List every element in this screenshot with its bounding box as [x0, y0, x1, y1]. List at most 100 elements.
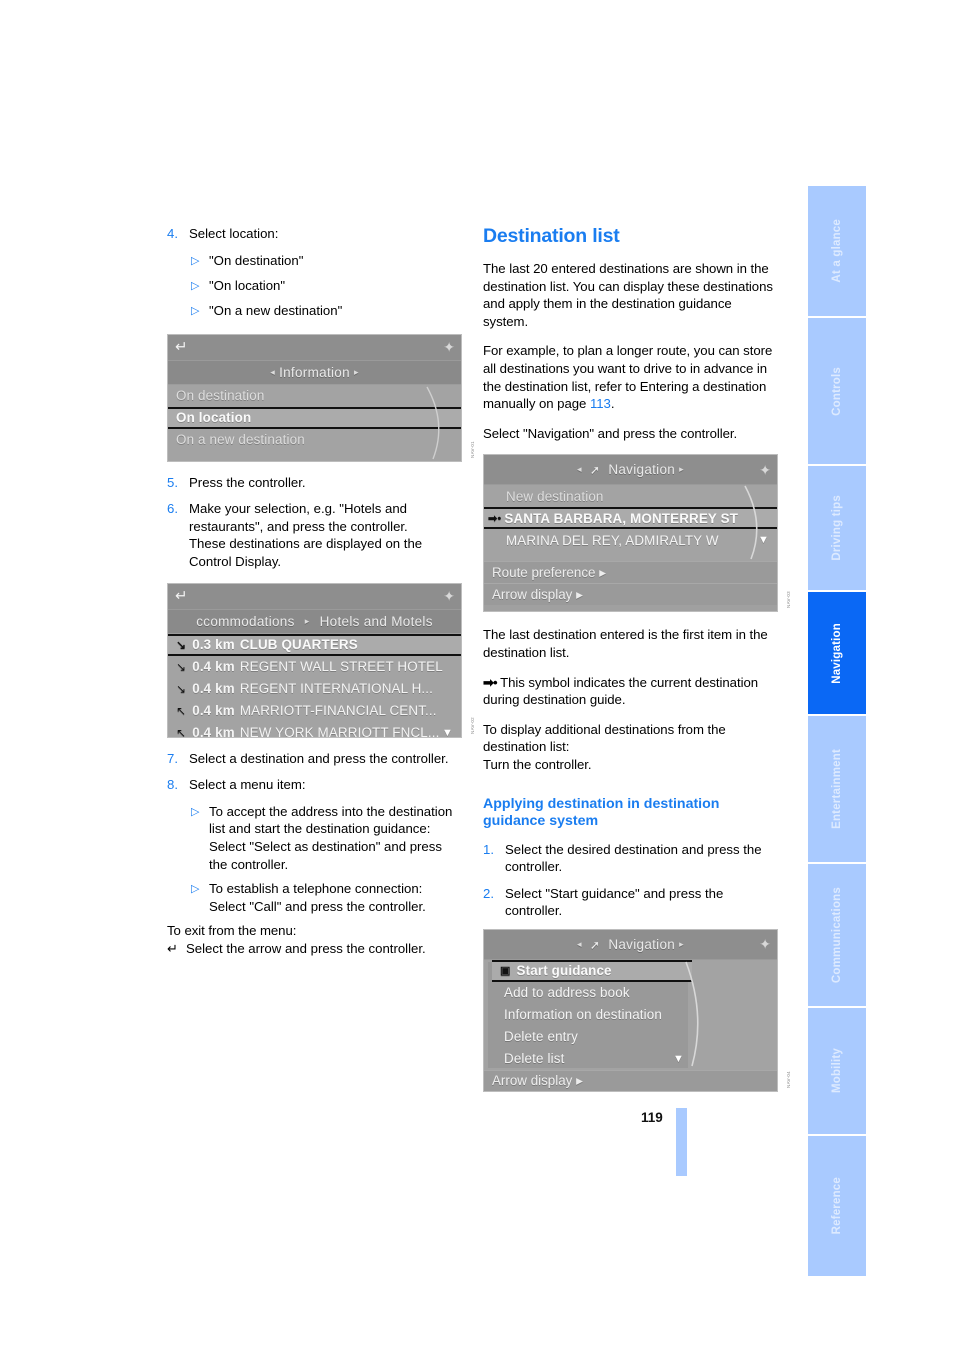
page-title: Destination list: [483, 225, 620, 247]
list-item[interactable]: ↘ 0.4 km REGENT WALL STREET HOTEL: [168, 656, 461, 678]
substep-on-new-destination: ▷ "On a new destination": [167, 302, 462, 320]
menu-item-add-to-address-book[interactable]: Add to address book: [492, 982, 692, 1004]
breadcrumb-label: ◂ ➚ Navigation ▸: [577, 936, 684, 952]
distance-value: 0.4 km: [192, 681, 235, 697]
idrive-row-list: On destination On location On a new dest…: [168, 384, 461, 461]
chevron-right-icon: ▸: [679, 938, 684, 949]
tab-entertainment[interactable]: Entertainment: [808, 716, 866, 864]
compass-rose-icon: ✦: [759, 461, 771, 478]
last-destination-note: The last destination entered is the firs…: [483, 627, 768, 660]
compass-rose-icon: ✦: [443, 339, 455, 356]
scroll-down-icon[interactable]: ▼: [758, 534, 769, 546]
step-text: Make your selection, e.g. "Hotels and re…: [189, 501, 423, 569]
substep-accept-address: ▷ To accept the address into the destina…: [167, 803, 462, 873]
substep-on-location: ▷ "On location": [167, 277, 462, 295]
direction-arrow-icon: ↘: [176, 681, 187, 696]
poi-name: NEW YORK MARRIOTT FNCL...: [239, 725, 440, 738]
manual-page: 4. Select location: ▷ "On destination" ▷…: [0, 0, 954, 1351]
screenshot-information-wrapper: ↵ ✦ ◂ Information ▸ On destination On lo…: [167, 333, 475, 462]
step-6: 6. Make your selection, e.g. "Hotels and…: [167, 500, 462, 570]
compass-rose-icon: ✦: [443, 588, 455, 605]
idrive-topbar: ↵ ✦: [168, 583, 461, 610]
back-arrow-icon[interactable]: ↵: [175, 589, 188, 604]
poi-name: REGENT WALL STREET HOTEL: [239, 659, 443, 675]
screenshot-navigation-list: ◂ ➚ Navigation ▸ ✦ New destination ➡• SA…: [483, 454, 778, 613]
distance-value: 0.4 km: [192, 703, 235, 719]
tab-label: Mobility: [831, 1048, 843, 1094]
step-text: Select location:: [189, 226, 279, 241]
list-item[interactable]: ↘ 0.4 km REGENT INTERNATIONAL H...: [168, 678, 461, 700]
current-destination-icon: ➡•: [483, 674, 498, 690]
substep-text: "On location": [209, 277, 286, 293]
intro-paragraph-2: For example, to plan a longer route, you…: [483, 342, 778, 412]
tab-mobility[interactable]: Mobility: [808, 1008, 866, 1136]
tab-at-a-glance[interactable]: At a glance: [808, 186, 866, 318]
list-item[interactable]: New destination: [484, 485, 777, 507]
step-text: Select a menu item:: [189, 777, 306, 793]
idrive-topbar: ◂ ➚ Navigation ▸ ✦: [484, 455, 777, 486]
triangle-bullet-icon: ▷: [191, 805, 200, 818]
exit-menu-label: To exit from the menu:: [167, 923, 297, 939]
screenshot-navigation-menu: ◂ ➚ Navigation ▸ ✦ ▣ Start guidance Add …: [483, 928, 778, 1092]
menu-item-route-preference[interactable]: Route preference ▸: [484, 561, 777, 584]
list-item-selected[interactable]: On location: [168, 406, 461, 429]
figure-reference-code: NAV-01: [470, 440, 475, 458]
tab-label: Driving tips: [831, 495, 843, 561]
additional-destinations-note: To display additional destinations from …: [483, 721, 726, 772]
navigation-arrow-icon: ➚: [589, 937, 601, 952]
step-number: 1.: [483, 841, 494, 857]
direction-arrow-icon: ↖: [176, 725, 187, 738]
idrive-breadcrumb: ◂ Information ▸: [168, 360, 461, 385]
menu-item-start-guidance[interactable]: ▣ Start guidance: [492, 959, 692, 982]
scroll-down-icon[interactable]: ▼: [442, 727, 453, 737]
tab-communications[interactable]: Communications: [808, 864, 866, 1008]
list-item[interactable]: ↖ 0.4 km MARRIOTT-FINANCIAL CENT...: [168, 700, 461, 722]
menu-item-delete-list[interactable]: Delete list ▼: [492, 1048, 692, 1070]
page-cross-reference[interactable]: 113: [590, 396, 611, 411]
substep-telephone-connection: ▷ To establish a telephone connection: S…: [167, 880, 462, 915]
intro-paragraph-2-tail: .: [610, 396, 615, 412]
tab-label: Controls: [831, 366, 843, 416]
list-item-selected[interactable]: ➡• SANTA BARBARA, MONTERREY ST: [484, 507, 777, 530]
current-destination-icon: ➡•: [488, 512, 502, 525]
step-5: 5. Press the controller.: [167, 474, 462, 492]
applying-step-1: 1. Select the desired destination and pr…: [483, 841, 778, 876]
tab-reference[interactable]: Reference: [808, 1136, 866, 1276]
triangle-bullet-icon: ▷: [191, 883, 200, 896]
tab-navigation[interactable]: Navigation: [808, 592, 866, 716]
menu-item-arrow-display[interactable]: Arrow display ▸: [484, 1069, 777, 1091]
tab-driving-tips[interactable]: Driving tips: [808, 466, 866, 592]
chevron-left-icon: ◂: [270, 366, 276, 377]
exit-menu-text: Select the arrow and press the controlle…: [186, 940, 426, 956]
idrive-row-list: ↘ 0.3 km CLUB QUARTERS ↘ 0.4 km REGENT W…: [168, 633, 461, 738]
list-item[interactable]: ↖ 0.4 km NEW YORK MARRIOTT FNCL... ▼: [168, 722, 461, 738]
screenshot-hotels: ↵ ✦ ccommodations ▸ Hotels and Motels ↘ …: [167, 582, 462, 738]
step-4: 4. Select location:: [167, 225, 462, 243]
intro-paragraph-1: The last 20 entered destinations are sho…: [483, 261, 773, 329]
menu-item-information-on-destination[interactable]: Information on destination: [492, 1004, 692, 1026]
exit-menu-instruction: ↵ Select the arrow and press the control…: [167, 940, 462, 958]
tab-label: At a glance: [831, 219, 843, 283]
tab-controls[interactable]: Controls: [808, 318, 866, 466]
menu-item-arrow-display[interactable]: Arrow display ▸: [484, 583, 777, 606]
figure-reference-code: NAV-03: [786, 591, 791, 609]
symbol-note: ➡• This symbol indicates the current des…: [483, 674, 778, 709]
tab-label: Entertainment: [831, 749, 843, 829]
step-number: 2.: [483, 885, 494, 901]
list-item[interactable]: On destination: [168, 385, 461, 407]
step-text: Select a destination and press the contr…: [189, 750, 449, 766]
scroll-down-icon[interactable]: ▼: [673, 1053, 684, 1065]
list-item-selected[interactable]: ↘ 0.3 km CLUB QUARTERS: [168, 633, 461, 656]
chevron-right-icon: ▸: [679, 464, 684, 475]
step-7: 7. Select a destination and press the co…: [167, 750, 462, 768]
page-number: 119: [641, 1110, 663, 1125]
idrive-context-menu: ▣ Start guidance Add to address book Inf…: [484, 959, 777, 1070]
back-arrow-icon[interactable]: ↵: [175, 340, 188, 355]
substep-text: To establish a telephone connection: Sel…: [209, 881, 426, 914]
list-item[interactable]: On a new destination: [168, 429, 461, 451]
right-column: Destination list The last 20 entered des…: [483, 225, 791, 1104]
menu-item-delete-entry[interactable]: Delete entry: [492, 1026, 692, 1048]
step-number: 5.: [167, 474, 178, 490]
tab-label: Navigation: [831, 622, 843, 684]
list-item[interactable]: MARINA DEL REY, ADMIRALTY W ▼: [484, 529, 777, 551]
